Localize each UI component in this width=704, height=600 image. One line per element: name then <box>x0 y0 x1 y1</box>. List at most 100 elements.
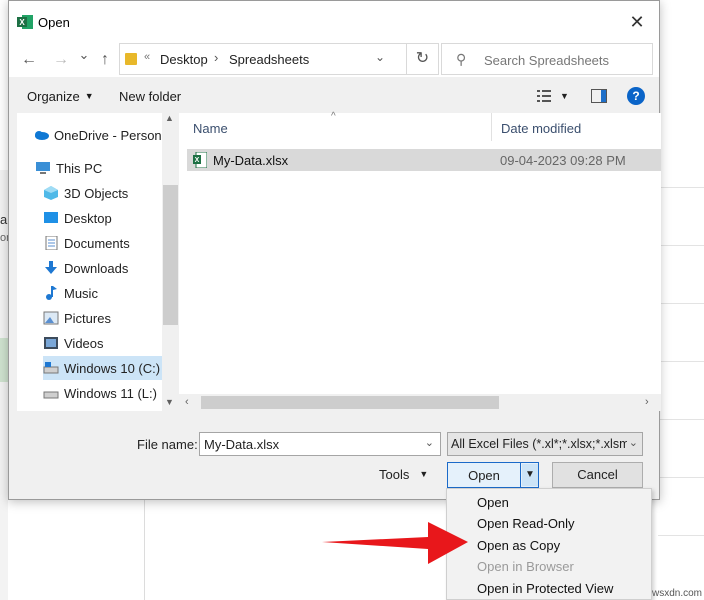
address-overflow[interactable]: « <box>144 51 150 63</box>
dialog-title: Open <box>38 15 70 30</box>
cube-icon <box>44 186 58 200</box>
background-divider <box>144 498 145 600</box>
scrollbar-thumb[interactable] <box>163 185 178 325</box>
file-list-scrollbar[interactable]: ‹ › <box>179 394 661 411</box>
sidebar-item-label: Windows 11 (L:) <box>64 385 157 401</box>
scrollbar-thumb[interactable] <box>201 396 499 409</box>
file-name: My-Data.xlsx <box>213 153 289 168</box>
open-button[interactable]: Open ▼ <box>447 462 539 488</box>
scroll-left-icon[interactable]: ‹ <box>185 396 189 408</box>
open-dialog: X Open ✕ ← → ⌄ ↑ « Desktop › Spreadsheet… <box>8 0 661 500</box>
column-header-date-modified[interactable]: Date modified <box>501 121 581 151</box>
sidebar-item-label: Downloads <box>64 260 129 276</box>
background-gridline <box>658 361 704 362</box>
refresh-button[interactable]: ↻ <box>407 43 439 75</box>
column-divider[interactable] <box>491 113 492 141</box>
file-name-field[interactable]: My-Data.xlsx ⌄ <box>199 432 441 456</box>
background-gridline <box>658 535 704 536</box>
address-dropdown-icon[interactable]: ⌄ <box>375 50 385 64</box>
file-name-dropdown-icon[interactable]: ⌄ <box>425 436 434 449</box>
cancel-button[interactable]: Cancel <box>552 462 643 488</box>
file-row[interactable]: X My-Data.xlsx 09-04-2023 09:28 PM <box>187 149 661 171</box>
background-gridline <box>658 245 704 246</box>
sidebar-item-windows-11[interactable]: Windows 11 (L:) <box>43 381 163 405</box>
menu-item-open-in-browser: Open in Browser <box>477 559 574 574</box>
tools-menu[interactable]: Tools ▼ <box>379 467 428 482</box>
recent-locations-button[interactable]: ⌄ <box>75 47 93 63</box>
video-icon <box>44 337 58 349</box>
sidebar-item-label: Videos <box>64 335 104 351</box>
navigation-scrollbar[interactable]: ▲ ▼ <box>162 113 179 411</box>
back-button[interactable]: ← <box>20 51 38 69</box>
sidebar-item-label: Desktop <box>64 210 112 226</box>
file-type-dropdown-icon[interactable]: ⌄ <box>629 436 638 449</box>
file-type-value: All Excel Files (*.xl*;*.xlsx;*.xlsm;* <box>451 437 627 451</box>
new-folder-button[interactable]: New folder <box>119 89 181 104</box>
sidebar-item-label: Windows 10 (C:) <box>64 360 161 376</box>
navigation-bar: ← → ⌄ ↑ « Desktop › Spreadsheets ⌄ ↻ ⚲ S… <box>9 43 659 77</box>
background-selected-tab <box>0 338 8 382</box>
column-header-name[interactable]: Name <box>193 121 228 151</box>
open-dropdown-icon[interactable]: ▼ <box>522 464 538 486</box>
file-type-select[interactable]: All Excel Files (*.xl*;*.xlsx;*.xlsm;* ⌄ <box>447 432 643 456</box>
excel-file-icon: X <box>193 152 207 168</box>
watermark: wsxdn.com <box>652 588 703 599</box>
organize-menu[interactable]: Organize ▼ <box>27 89 94 104</box>
up-button[interactable]: ↑ <box>96 51 114 69</box>
menu-item-open-protected-view[interactable]: Open in Protected View <box>477 581 613 596</box>
file-name-value: My-Data.xlsx <box>204 437 280 452</box>
preview-pane-icon[interactable] <box>591 89 607 103</box>
title-bar: X Open ✕ <box>9 1 659 43</box>
open-options-menu: Open Open Read-Only Open as Copy Open in… <box>446 488 652 600</box>
scroll-right-icon[interactable]: › <box>645 396 649 408</box>
pictures-icon <box>43 311 59 325</box>
file-list: ^ Name Date modified X My-Data.xlsx 09-0… <box>179 111 661 411</box>
download-icon <box>45 261 57 274</box>
folder-icon <box>125 53 137 65</box>
scroll-up-icon[interactable]: ▲ <box>165 113 174 123</box>
sidebar-item-windows-10[interactable]: Windows 10 (C:) <box>43 356 163 380</box>
search-input[interactable]: ⚲ Search Spreadsheets <box>441 43 653 75</box>
view-options-icon[interactable] <box>537 89 551 103</box>
command-bar: Organize ▼ New folder ▼ ? <box>9 83 659 111</box>
breadcrumb-desktop[interactable]: Desktop <box>160 52 208 67</box>
background-gridline <box>658 187 704 188</box>
view-options-dropdown-icon[interactable]: ▼ <box>560 91 569 101</box>
help-button[interactable]: ? <box>627 87 645 105</box>
drive-icon <box>43 362 59 374</box>
sidebar-item-this-pc[interactable]: This PC <box>35 156 181 180</box>
annotation-arrow-icon <box>322 522 468 564</box>
menu-item-open[interactable]: Open <box>477 495 509 510</box>
menu-item-open-as-copy[interactable]: Open as Copy <box>477 538 560 553</box>
file-date-modified: 09-04-2023 09:28 PM <box>500 153 626 168</box>
open-button-label: Open <box>468 468 500 483</box>
sidebar-item-label: 3D Objects <box>64 185 129 201</box>
sidebar-item-label: This PC <box>56 160 103 176</box>
sidebar-item-label: Pictures <box>64 310 111 326</box>
sidebar-item-label: Music <box>64 285 98 301</box>
split-divider <box>520 463 521 487</box>
file-name-label: File name: <box>137 437 198 452</box>
music-icon <box>46 286 57 300</box>
cloud-icon <box>35 131 49 140</box>
sidebar-item-label: Documents <box>64 235 130 251</box>
desktop-icon <box>44 212 58 223</box>
background-gridline <box>658 477 704 478</box>
address-bar[interactable]: « Desktop › Spreadsheets ⌄ <box>119 43 407 75</box>
scroll-down-icon[interactable]: ▼ <box>165 397 174 407</box>
svg-text:X: X <box>195 157 200 164</box>
computer-icon <box>36 162 50 174</box>
close-button[interactable]: ✕ <box>625 10 649 34</box>
background-gridline <box>658 419 704 420</box>
breadcrumb-spreadsheets[interactable]: Spreadsheets <box>229 52 309 67</box>
search-icon: ⚲ <box>456 51 467 67</box>
navigation-pane: OneDrive - Person This PC 3D Objects Des… <box>17 113 179 411</box>
background-gridline <box>658 303 704 304</box>
search-placeholder: Search Spreadsheets <box>484 53 610 68</box>
forward-button[interactable]: → <box>52 51 70 69</box>
excel-side-panel: al or <box>0 170 10 600</box>
breadcrumb-separator[interactable]: › <box>214 50 218 65</box>
menu-item-open-read-only[interactable]: Open Read-Only <box>477 516 575 531</box>
drive-icon <box>43 391 59 399</box>
sidebar-item-onedrive[interactable]: OneDrive - Person <box>33 123 179 147</box>
